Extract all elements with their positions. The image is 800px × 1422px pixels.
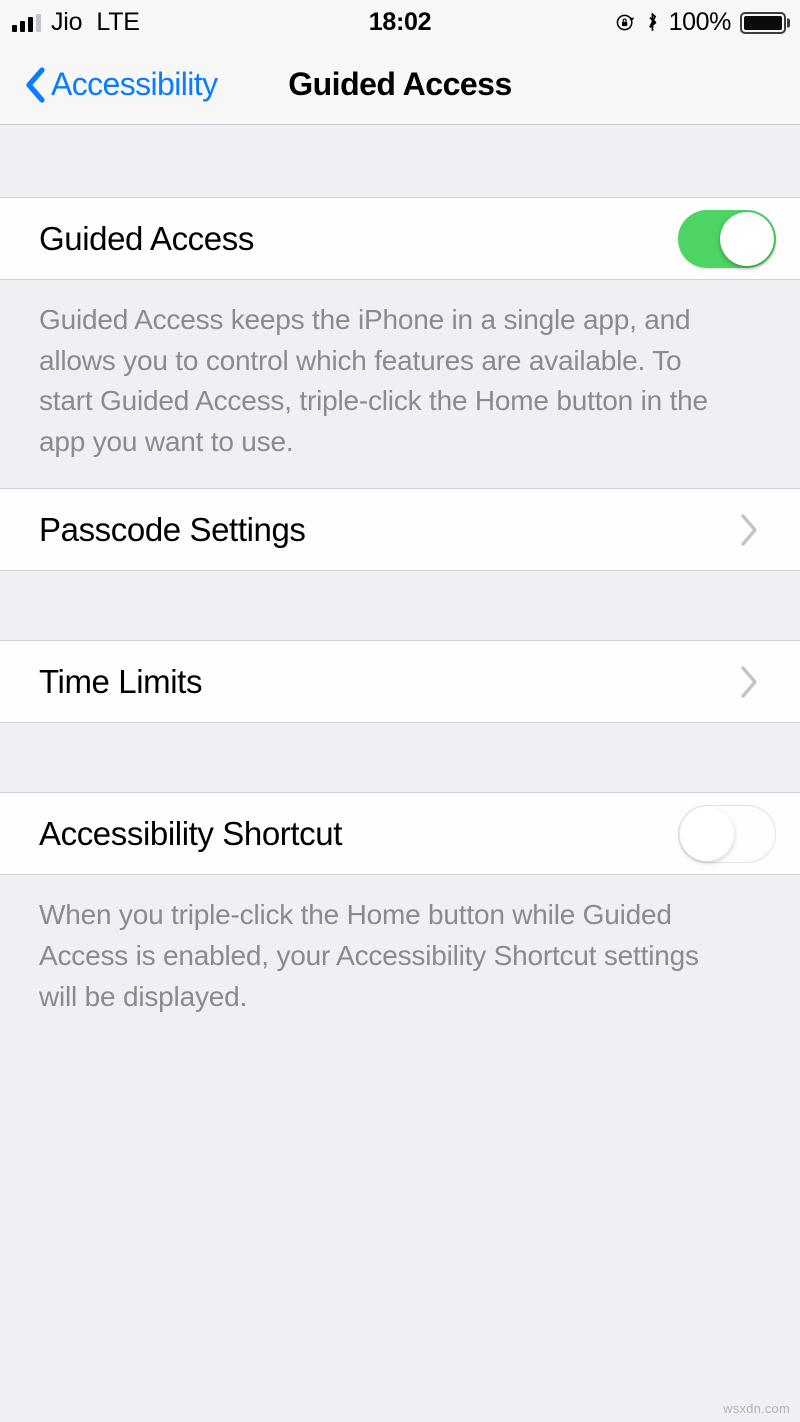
footer-guided-access: Guided Access keeps the iPhone in a sing… [0, 280, 800, 489]
row-time-limits[interactable]: Time Limits [0, 640, 800, 724]
cellular-signal-icon [12, 13, 41, 32]
status-bar: Jio LTE 18:02 100% [0, 0, 800, 45]
row-guided-access[interactable]: Guided Access [0, 197, 800, 280]
row-accessory [678, 209, 776, 268]
status-bar-right: 100% [615, 8, 786, 37]
row-accessory [738, 512, 776, 548]
chevron-right-icon [741, 666, 757, 698]
navigation-bar: Accessibility Guided Access [0, 45, 800, 125]
toggle-knob [720, 211, 774, 266]
row-label-time-limits: Time Limits [39, 662, 203, 700]
bluetooth-icon [648, 12, 657, 31]
section-gap [0, 125, 800, 197]
section-gap [0, 723, 800, 793]
battery-percentage: 100% [668, 8, 732, 36]
row-accessory [738, 664, 776, 700]
chevron-right-icon [741, 514, 757, 546]
row-accessibility-shortcut[interactable]: Accessibility Shortcut [0, 792, 800, 876]
page-filler [0, 1043, 800, 1422]
row-label-guided-access: Guided Access [39, 219, 254, 257]
network-type: LTE [96, 8, 140, 36]
watermark: wsxdn.com [723, 1401, 790, 1416]
chevron-left-icon [26, 66, 45, 103]
accessibility-shortcut-toggle[interactable] [678, 804, 776, 863]
back-button[interactable]: Accessibility [24, 66, 218, 104]
row-passcode-settings[interactable]: Passcode Settings [0, 488, 800, 572]
section-gap [0, 571, 800, 641]
row-label-passcode-settings: Passcode Settings [39, 510, 306, 548]
toggle-knob [680, 806, 734, 861]
back-button-label: Accessibility [51, 66, 218, 102]
footer-accessibility-shortcut: When you triple-click the Home button wh… [0, 875, 800, 1044]
row-label-accessibility-shortcut: Accessibility Shortcut [39, 814, 342, 852]
battery-icon [740, 11, 786, 34]
row-accessory [678, 804, 776, 863]
carrier-name: Jio [51, 8, 83, 36]
status-bar-left: Jio LTE [12, 8, 140, 37]
rotation-lock-icon [616, 14, 634, 31]
settings-page: Jio LTE 18:02 100% Accessibility Guided … [0, 0, 800, 1422]
guided-access-toggle[interactable] [678, 209, 776, 268]
